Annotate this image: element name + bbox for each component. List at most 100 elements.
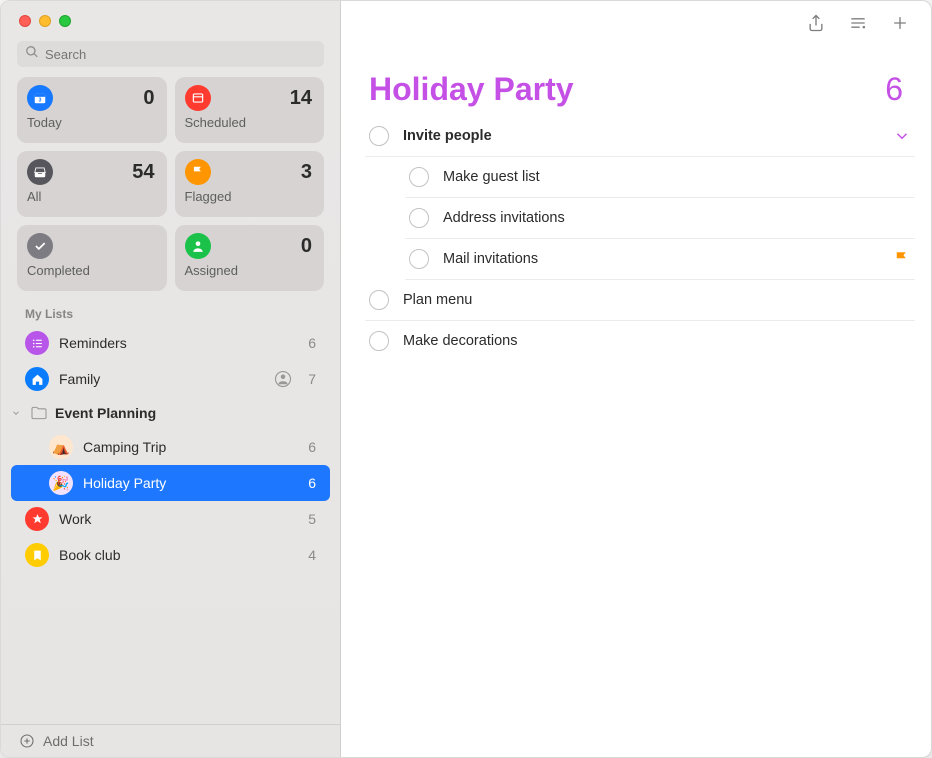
list-book-club[interactable]: Book club 4 <box>1 537 340 573</box>
star-icon <box>25 507 49 531</box>
reminder-item[interactable]: Make guest list <box>405 157 915 198</box>
reminder-title: Make decorations <box>403 333 911 349</box>
list-label: Book club <box>59 547 120 563</box>
search-field[interactable] <box>17 41 324 67</box>
list-label: Camping Trip <box>83 439 166 455</box>
smart-lists: 3 0 Today 14 Scheduled <box>1 77 340 303</box>
smart-today-count: 0 <box>143 87 154 110</box>
svg-text:3: 3 <box>39 98 42 104</box>
toolbar <box>341 1 931 45</box>
smart-assigned-count: 0 <box>301 235 312 258</box>
new-reminder-button[interactable] <box>889 12 911 34</box>
maximize-window-button[interactable] <box>59 15 71 27</box>
list-count: 4 <box>308 547 316 563</box>
smart-flagged[interactable]: 3 Flagged <box>175 151 325 217</box>
smart-scheduled-count: 14 <box>290 87 312 110</box>
smart-today[interactable]: 3 0 Today <box>17 77 167 143</box>
list-holiday-party[interactable]: 🎉 Holiday Party 6 <box>11 465 330 501</box>
list-label: Work <box>59 511 91 527</box>
reminder-item[interactable]: Address invitations <box>405 198 915 239</box>
add-list-button[interactable]: Add List <box>1 724 340 757</box>
shared-icon <box>274 370 292 388</box>
my-lists-header: My Lists <box>1 303 340 325</box>
list-family[interactable]: Family 7 <box>1 361 340 397</box>
reminder-title: Address invitations <box>443 210 911 226</box>
plus-circle-icon <box>19 733 35 749</box>
chevron-down-icon <box>11 408 21 418</box>
reminder-item[interactable]: Plan menu <box>365 280 915 321</box>
calendar-icon <box>185 85 211 111</box>
reminder-title: Make guest list <box>443 169 911 185</box>
search-input[interactable] <box>45 47 316 62</box>
list-count: 6 <box>308 475 316 491</box>
complete-checkbox[interactable] <box>409 167 429 187</box>
reminder-item[interactable]: Invite people <box>365 116 915 157</box>
smart-all-count: 54 <box>132 161 154 184</box>
tray-icon <box>27 159 53 185</box>
smart-today-label: Today <box>27 115 155 130</box>
complete-checkbox[interactable] <box>369 126 389 146</box>
list-bullet-icon <box>25 331 49 355</box>
calendar-icon: 3 <box>27 85 53 111</box>
list-work[interactable]: Work 5 <box>1 501 340 537</box>
checkmark-icon <box>27 233 53 259</box>
add-list-label: Add List <box>43 733 94 749</box>
expand-subtasks-button[interactable] <box>893 127 911 145</box>
list-title: Holiday Party <box>369 71 574 108</box>
list-count: 5 <box>308 511 316 527</box>
complete-checkbox[interactable] <box>369 290 389 310</box>
complete-checkbox[interactable] <box>409 208 429 228</box>
reminder-title: Invite people <box>403 128 879 144</box>
window-controls <box>1 1 340 37</box>
search-icon <box>25 45 39 64</box>
smart-flagged-label: Flagged <box>185 189 313 204</box>
minimize-window-button[interactable] <box>39 15 51 27</box>
folder-label: Event Planning <box>55 405 156 421</box>
lists: Reminders 6 Family 7 Event Planning <box>1 325 340 724</box>
smart-all-label: All <box>27 189 155 204</box>
chevron-down-icon <box>893 127 911 145</box>
complete-checkbox[interactable] <box>409 249 429 269</box>
list-count: 7 <box>308 371 316 387</box>
sidebar: 3 0 Today 14 Scheduled <box>1 1 341 757</box>
smart-completed-label: Completed <box>27 263 155 278</box>
person-icon <box>185 233 211 259</box>
main-panel: Holiday Party 6 Invite people Make guest… <box>341 1 931 757</box>
folder-event-planning[interactable]: Event Planning <box>1 397 340 429</box>
folder-icon <box>29 403 49 423</box>
smart-all[interactable]: 54 All <box>17 151 167 217</box>
list-options-icon <box>848 13 868 33</box>
share-icon <box>806 13 826 33</box>
list-label: Reminders <box>59 335 127 351</box>
party-icon: 🎉 <box>49 471 73 495</box>
view-options-button[interactable] <box>847 12 869 34</box>
reminder-item[interactable]: Make decorations <box>365 321 915 361</box>
reminder-title: Plan menu <box>403 292 911 308</box>
flag-icon <box>893 250 911 268</box>
tent-icon: ⛺ <box>49 435 73 459</box>
plus-icon <box>890 13 910 33</box>
app-window: 3 0 Today 14 Scheduled <box>0 0 932 758</box>
list-label: Family <box>59 371 100 387</box>
list-reminders[interactable]: Reminders 6 <box>1 325 340 361</box>
close-window-button[interactable] <box>19 15 31 27</box>
flag-icon <box>185 159 211 185</box>
list-count: 6 <box>308 335 316 351</box>
list-count: 6 <box>885 71 903 108</box>
smart-scheduled-label: Scheduled <box>185 115 313 130</box>
smart-assigned-label: Assigned <box>185 263 313 278</box>
reminder-list: Invite people Make guest list Address in… <box>341 116 931 361</box>
share-button[interactable] <box>805 12 827 34</box>
complete-checkbox[interactable] <box>369 331 389 351</box>
list-count: 6 <box>308 439 316 455</box>
reminder-item[interactable]: Mail invitations <box>405 239 915 280</box>
list-camping-trip[interactable]: ⛺ Camping Trip 6 <box>1 429 340 465</box>
reminder-title: Mail invitations <box>443 251 879 267</box>
smart-assigned[interactable]: 0 Assigned <box>175 225 325 291</box>
house-icon <box>25 367 49 391</box>
smart-flagged-count: 3 <box>301 161 312 184</box>
bookmark-icon <box>25 543 49 567</box>
smart-completed[interactable]: Completed <box>17 225 167 291</box>
smart-scheduled[interactable]: 14 Scheduled <box>175 77 325 143</box>
list-label: Holiday Party <box>83 475 166 491</box>
